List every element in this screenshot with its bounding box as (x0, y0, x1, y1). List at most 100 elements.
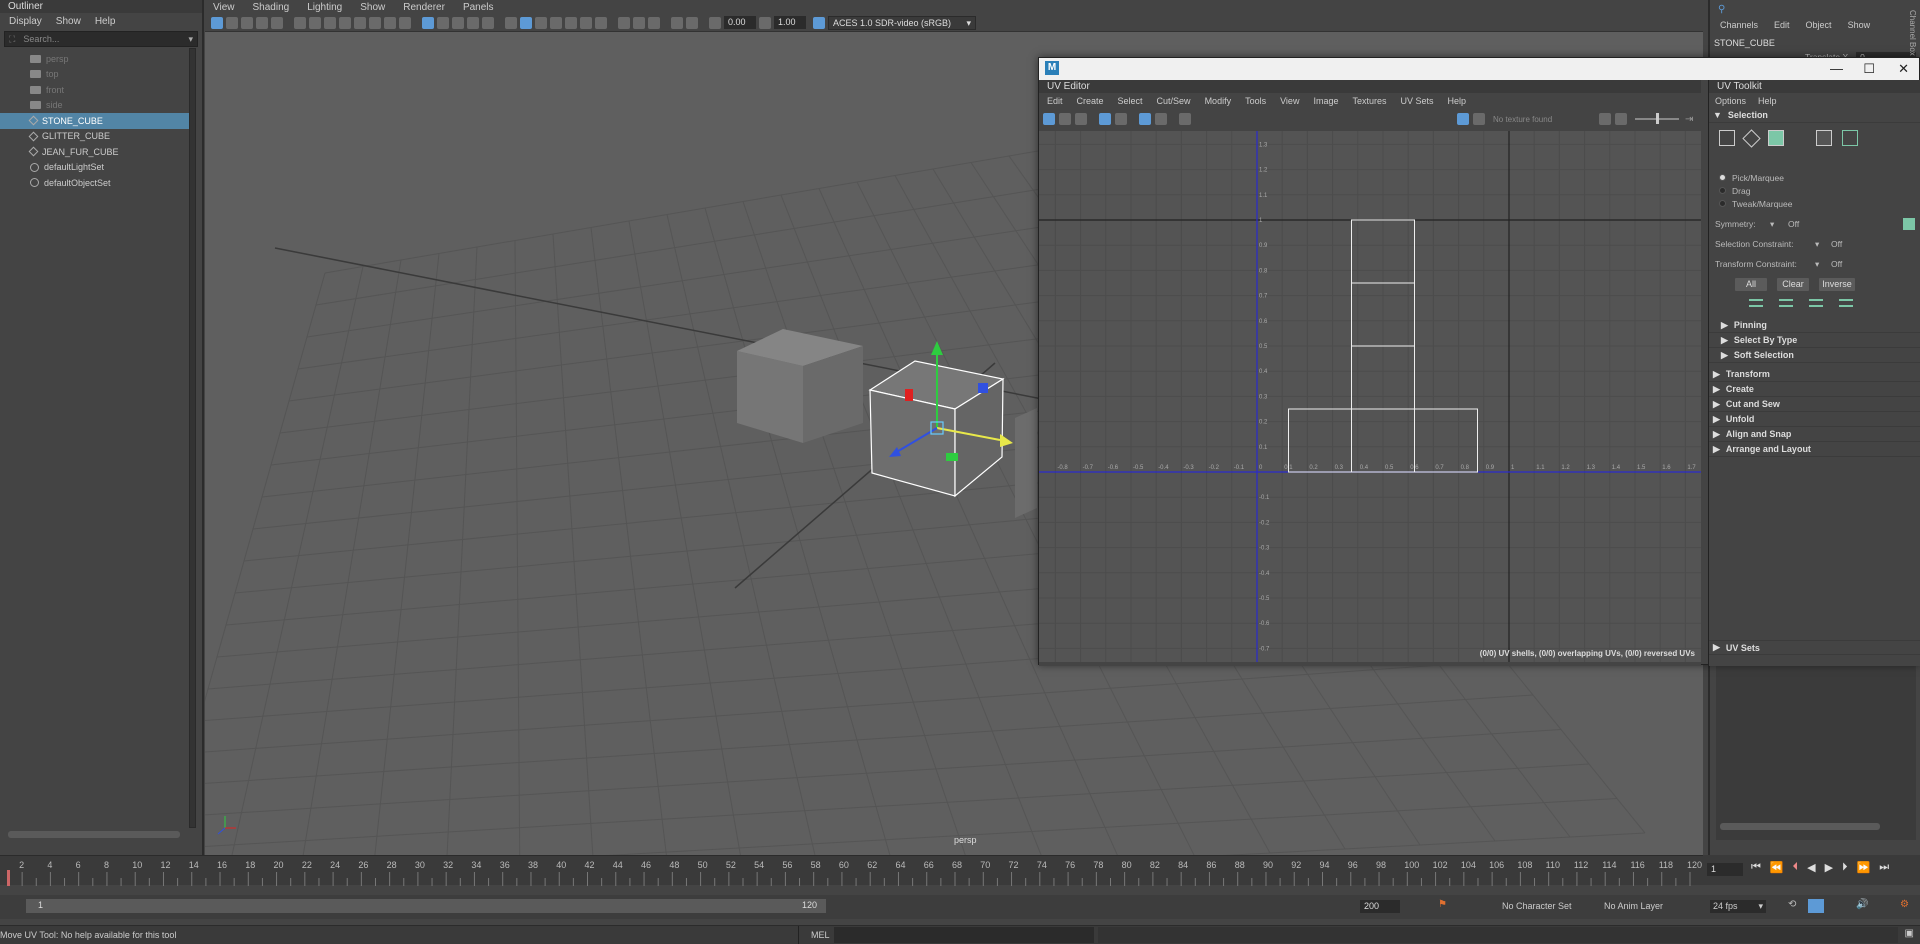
current-frame-field[interactable]: 1 (1707, 863, 1743, 876)
uv-menu-item[interactable]: Cut/Sew (1157, 96, 1191, 106)
cache-playback-icon[interactable] (1808, 899, 1824, 913)
uv-menu-item[interactable]: Create (1077, 96, 1104, 106)
uv-menu-item[interactable]: Edit (1047, 96, 1063, 106)
step-forward-key-icon[interactable]: ⏩ (1857, 861, 1871, 874)
uv-checker-icon[interactable] (1059, 113, 1071, 125)
script-language-label[interactable]: MEL (798, 926, 832, 944)
grow-selection-icon[interactable] (1749, 299, 1763, 307)
uv-shell-select-icon[interactable] (1043, 113, 1055, 125)
stone-cube-mesh[interactable] (737, 329, 863, 443)
minimize-icon[interactable]: — (1830, 61, 1843, 76)
2d-pan-icon[interactable] (294, 16, 306, 29)
resolution-gate-icon[interactable] (339, 16, 351, 29)
radio-button[interactable] (1719, 200, 1726, 207)
range-slider[interactable] (26, 899, 826, 913)
search-options-icon[interactable]: ⛶ (9, 34, 15, 45)
grid-toggle-icon[interactable] (309, 16, 321, 29)
toolkit-menu-help[interactable]: Help (1758, 96, 1777, 106)
select-inverse-button[interactable]: Inverse (1819, 277, 1855, 291)
fps-dropdown[interactable]: 24 fps ▾ (1710, 900, 1766, 913)
exposure-toggle-icon[interactable] (709, 16, 721, 29)
viewport-menu-renderer[interactable]: Renderer (403, 2, 445, 13)
uv-menu-item[interactable]: Help (1448, 96, 1467, 106)
time-slider[interactable]: 2 4 6 8 10 12 14 16 18 20 22 24 26 28 30 32 34 36 38 40 42 44… (0, 855, 1703, 886)
select-edge-ring-icon[interactable] (1839, 299, 1853, 307)
expand-icon[interactable]: ⇥ (1685, 114, 1693, 125)
anim-layer-dropdown[interactable]: No Anim Layer (1604, 901, 1663, 911)
outliner-item[interactable]: defaultLightSet (0, 160, 190, 176)
outliner-menu-help[interactable]: Help (95, 16, 116, 27)
uv-menu-item[interactable]: Tools (1245, 96, 1266, 106)
viewport-menu-view[interactable]: View (213, 2, 235, 13)
character-set-dropdown[interactable]: No Character Set (1502, 901, 1572, 911)
color-channel-icon[interactable] (1599, 113, 1611, 125)
outliner-item[interactable]: top (0, 67, 190, 83)
script-editor-icon[interactable]: ▣ (1905, 928, 1914, 939)
outliner-search-input[interactable]: Search... (23, 34, 59, 44)
channel-menu-object[interactable]: Object (1806, 20, 1832, 30)
gamma-icon[interactable] (759, 16, 771, 29)
uv-mode-icon[interactable] (1816, 130, 1832, 146)
outliner-menu-show[interactable]: Show (56, 16, 81, 27)
play-backward-icon[interactable]: ◀ (1807, 861, 1815, 874)
loop-icon[interactable]: ⟲ (1788, 899, 1796, 910)
step-back-key-icon[interactable]: ⏪ (1770, 861, 1784, 874)
colorspace-dropdown[interactable]: ACES 1.0 SDR-video (sRGB) ▾ (828, 15, 976, 30)
cube-icon[interactable] (505, 16, 517, 29)
selection-section-header[interactable]: ▼ Selection (1709, 108, 1920, 123)
image-ratio-icon[interactable] (1615, 113, 1627, 125)
wireframe-on-shaded-icon[interactable] (467, 16, 479, 29)
viewport-menu-panels[interactable]: Panels (463, 2, 494, 13)
channel-menu-show[interactable]: Show (1848, 20, 1871, 30)
xray-icon[interactable] (482, 16, 494, 29)
uv-sets-section[interactable]: ▶ UV Sets (1709, 640, 1920, 655)
motion-blur-icon[interactable] (580, 16, 592, 29)
bookmark-icon[interactable] (241, 16, 253, 29)
uv-target-icon[interactable] (1155, 113, 1167, 125)
outliner-item[interactable]: side (0, 98, 190, 114)
toolkit-section[interactable]: ▶ Align and Snap (1709, 427, 1920, 442)
transform-constraint-row[interactable]: Transform Constraint: ▾ Off (1709, 254, 1920, 274)
uv-distortion-icon[interactable] (1075, 113, 1087, 125)
checker-display-icon[interactable] (1473, 113, 1485, 125)
uv-menu-item[interactable]: Textures (1352, 96, 1386, 106)
toolkit-section[interactable]: ▶ Arrange and Layout (1709, 442, 1920, 457)
shrink-selection-icon[interactable] (1779, 299, 1793, 307)
outliner-item[interactable]: JEAN_FUR_CUBE (0, 144, 190, 160)
selection-mode-option[interactable]: Pick/Marquee (1709, 171, 1920, 184)
toolkit-section[interactable]: ▶ Transform (1709, 367, 1920, 382)
toolkit-subsection[interactable]: ▶ Pinning (1709, 318, 1920, 333)
outliner-hscrollbar[interactable] (8, 831, 180, 838)
xray-active-icon[interactable] (686, 16, 698, 29)
color-management-icon[interactable] (813, 16, 825, 29)
uv-menu-item[interactable]: Modify (1205, 96, 1232, 106)
uv-frame-icon[interactable] (1115, 113, 1127, 125)
xform-constraint-value[interactable]: Off (1831, 259, 1842, 269)
symmetry-pin-icon[interactable] (1903, 218, 1915, 230)
toolkit-section[interactable]: ▶ Cut and Sew (1709, 397, 1920, 412)
image-plane-icon[interactable] (256, 16, 268, 29)
uv-grid-canvas[interactable]: -9-0.8-0.7-0.6-0.5-0.4-0.3-0.2-0.100.10.… (1039, 131, 1701, 662)
outliner-item[interactable]: front (0, 82, 190, 98)
toolkit-section[interactable]: ▶ Unfold (1709, 412, 1920, 427)
outliner-item[interactable]: persp (0, 51, 190, 67)
xray-joints-icon[interactable] (648, 16, 660, 29)
uv-menu-item[interactable]: UV Sets (1400, 96, 1433, 106)
edge-mode-icon[interactable] (1742, 128, 1761, 148)
step-forward-frame-icon[interactable]: ⏵ (1842, 861, 1848, 874)
outliner-search[interactable]: ⛶ Search... ▾ (4, 31, 198, 47)
select-edge-loop-icon[interactable] (1809, 299, 1823, 307)
image-display-icon[interactable] (1457, 113, 1469, 125)
select-camera-icon[interactable] (211, 16, 223, 29)
outliner-menu-display[interactable]: Display (9, 16, 42, 27)
camera-snapshot-icon[interactable] (1179, 113, 1191, 125)
play-forward-icon[interactable]: ▶ (1825, 861, 1833, 874)
max-end-field[interactable]: 200 (1360, 900, 1400, 913)
select-clear-button[interactable]: Clear (1777, 277, 1809, 291)
symmetry-value[interactable]: Off (1788, 219, 1799, 229)
toolkit-menu-options[interactable]: Options (1715, 96, 1746, 106)
select-all-button[interactable]: All (1735, 277, 1767, 291)
viewport-menu-show[interactable]: Show (360, 2, 385, 13)
film-gate-icon[interactable] (324, 16, 336, 29)
selection-constraint-row[interactable]: Selection Constraint: ▾ Off (1709, 234, 1920, 254)
